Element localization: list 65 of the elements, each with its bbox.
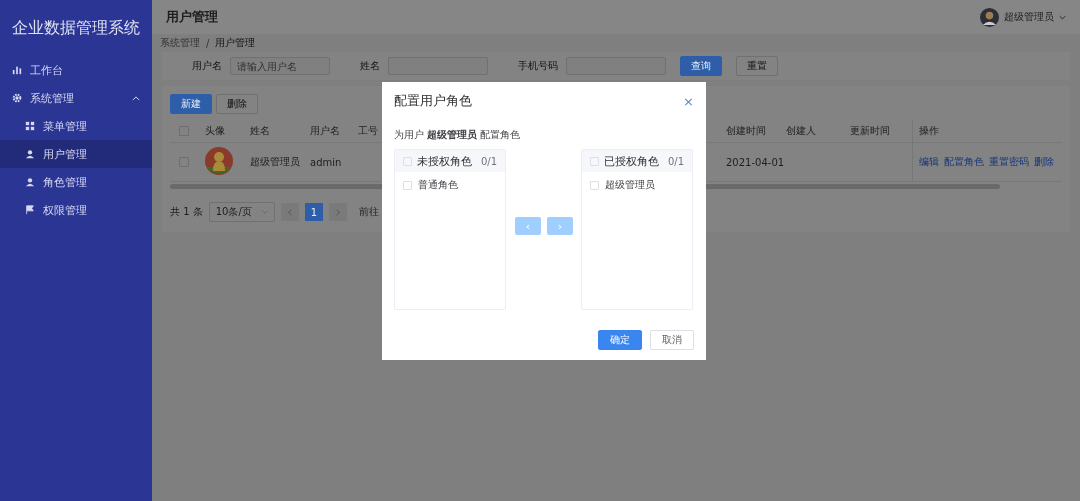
column-header: 创建时间 [726,124,766,138]
app-title: 企业数据管理系统 [11,16,141,39]
total-count: 共 1 条 [170,205,203,219]
flag-icon [25,205,35,215]
selection-count: 0/1 [667,155,684,167]
item-label: 超级管理员 [605,178,655,192]
column-header: 工号 [358,124,378,138]
selection-count: 0/1 [480,155,497,167]
page-button[interactable]: 1 [304,203,323,221]
column-header: 创建人 [786,124,816,138]
menu-item[interactable]: 系统管理 [0,84,152,112]
user-icon [25,149,35,159]
chevron-left-icon [287,208,292,216]
toolbar-button[interactable]: 新建 [170,94,212,114]
action-link[interactable]: 编辑 [919,155,939,169]
menu-item[interactable]: 权限管理 [0,196,152,224]
list-item[interactable]: 超级管理员 [582,172,692,198]
breadcrumb-separator: / [206,37,210,49]
field-label: 姓名 [360,59,380,73]
table-cell: 2021-04-01 [726,156,785,168]
item-label: 普通角色 [418,178,458,192]
close-button[interactable]: × [683,93,694,109]
dialog-title: 配置用户角色 [394,92,472,110]
breadcrumb-item[interactable]: 系统管理 [160,36,200,50]
avatar-icon [205,147,233,175]
search-button[interactable]: 查询 [680,56,722,76]
user-menu[interactable]: 超级管理员 [980,7,1066,27]
action-link[interactable]: 删除 [1034,155,1054,169]
page-title: 用户管理 [166,8,218,26]
next-page-button[interactable] [328,203,347,221]
previous-page-button[interactable] [280,203,299,221]
column-header: 更新时间 [850,124,890,138]
user-icon [25,177,35,187]
settings-icon [12,93,22,103]
action-link[interactable]: 重置密码 [989,155,1029,169]
dialog-button[interactable]: 确定 [598,330,642,350]
panel-title: 已授权角色 [604,153,659,169]
menu-item[interactable]: 角色管理 [0,168,152,196]
goto-label: 前往 [358,205,379,219]
column-header: 头像 [205,124,225,138]
grid-icon [25,121,35,131]
menu-item[interactable]: 用户管理 [0,140,152,168]
breadcrumb-item: 用户管理 [215,36,256,50]
column-header: 用户名 [310,124,340,138]
page-size-select[interactable]: 10条/页 [208,202,275,222]
action-link[interactable]: 配置角色 [944,155,984,169]
dialog-text: 为用户 超级管理员 配置角色 [394,128,522,142]
toolbar-button[interactable]: 删除 [216,94,258,114]
menu-item[interactable]: 工作台 [0,56,152,84]
list-item[interactable]: 普通角色 [395,172,505,198]
field-label: 手机号码 [518,59,558,73]
column-header: 操作 [912,120,1062,142]
table-cell: 超级管理员 [250,155,300,169]
field-label: 用户名 [192,59,222,73]
input-field[interactable]: 请输入用户名 [230,57,330,75]
panel-title: 未授权角色 [417,153,472,169]
search-button[interactable]: 重置 [736,56,778,76]
menu-item[interactable]: 菜单管理 [0,112,152,140]
avatar-icon [980,7,999,27]
caret-icon [1059,14,1066,20]
chevron-right-icon [335,208,340,216]
table-cell: admin [310,156,342,168]
dialog-button[interactable]: 取消 [650,330,694,350]
column-header: 姓名 [250,124,270,138]
bar-chart-icon [12,65,22,75]
